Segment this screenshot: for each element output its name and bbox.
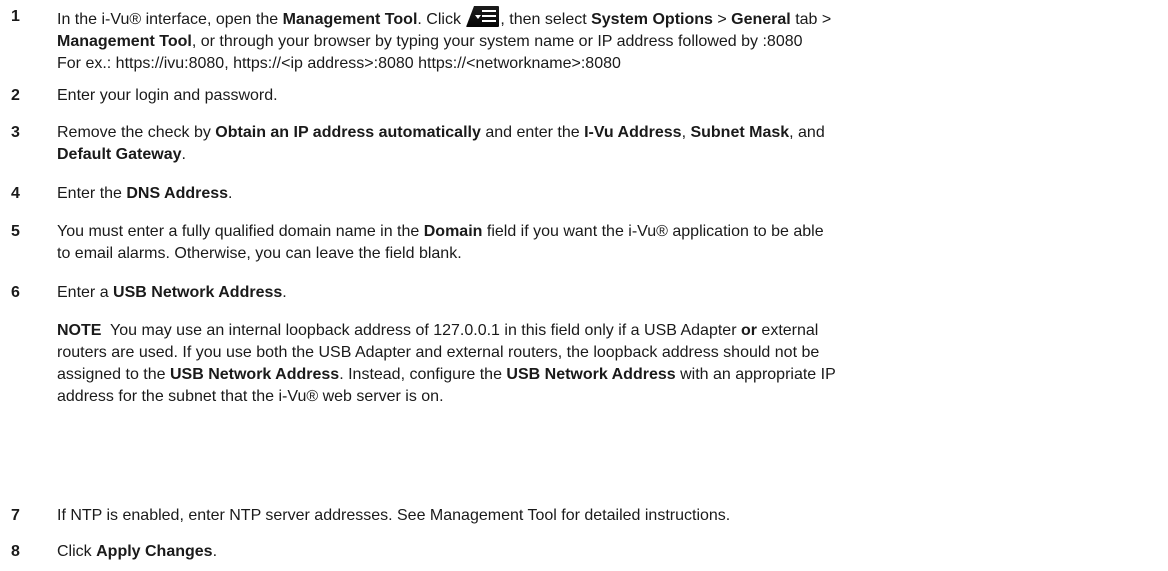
- step-line: to email alarms. Otherwise, you can leav…: [57, 245, 462, 262]
- menu-dropdown-icon: [466, 6, 500, 27]
- step-text: If NTP is enabled, enter NTP server addr…: [57, 507, 731, 524]
- ui-term: Domain: [423, 223, 483, 240]
- step-text: Enter the: [57, 185, 127, 202]
- step-number: 8: [11, 543, 20, 560]
- step-text: Enter your login and password.: [57, 87, 278, 104]
- note-label: NOTE: [57, 322, 102, 339]
- ui-term: USB Network Address: [169, 366, 340, 383]
- step-body: In the i-Vu® interface, open the Managem…: [57, 6, 1160, 75]
- step-body: You must enter a fully qualified domain …: [57, 221, 1160, 265]
- step-line: Default Gateway.: [57, 144, 1160, 166]
- step-text: and enter the: [480, 124, 585, 141]
- note-line: NOTE You may use an internal loopback ad…: [57, 320, 1160, 342]
- step-text: You must enter a fully qualified domain …: [57, 223, 424, 240]
- ui-term: System Options: [591, 11, 713, 28]
- step-text: , and: [789, 124, 825, 141]
- note-text: with an appropriate IP: [675, 366, 836, 383]
- step-text: .: [212, 543, 218, 560]
- step-number: 1: [11, 8, 20, 25]
- step-text: .: [282, 284, 287, 301]
- ui-term: General: [731, 11, 791, 28]
- step-text: Remove the check by: [57, 124, 216, 141]
- step-text: , then select: [500, 11, 592, 28]
- note-line: assigned to the USB Network Address. Ins…: [57, 364, 1160, 386]
- ui-term: Default Gateway: [57, 146, 182, 163]
- ui-term: Obtain an IP address automatically: [215, 124, 481, 141]
- ui-term: Apply Changes: [96, 543, 213, 560]
- step-number: 6: [11, 284, 20, 301]
- step-text: field if you want the i-Vu® application …: [482, 223, 824, 240]
- note-line: routers are used. If you use both the US…: [57, 344, 820, 361]
- step-body: Enter a USB Network Address.: [57, 282, 1160, 304]
- step-text: In the i-Vu® interface, open the: [57, 11, 283, 28]
- step-line: In the i-Vu® interface, open the Managem…: [57, 6, 1160, 31]
- step-text: .: [228, 185, 233, 202]
- note-text: . Instead, configure the: [339, 366, 507, 383]
- step-number: 5: [11, 223, 20, 240]
- ui-term: USB Network Address: [506, 366, 676, 383]
- step-text: , or through your browser by typing your…: [191, 33, 803, 50]
- ui-term: I-Vu Address: [584, 124, 682, 141]
- step-text: . Click: [417, 11, 466, 28]
- note-text: assigned to the: [57, 366, 170, 383]
- ui-term: Subnet Mask: [690, 124, 790, 141]
- step-line: Management Tool, or through your browser…: [57, 31, 1160, 53]
- step-text: >: [712, 11, 732, 28]
- example-line: For ex.: https://ivu:8080, https://<ip a…: [57, 55, 621, 72]
- step-number: 7: [11, 507, 20, 524]
- step-line: Remove the check by Obtain an IP address…: [57, 122, 1160, 144]
- note-line: address for the subnet that the i-Vu® we…: [57, 388, 444, 405]
- step-text: .: [181, 146, 186, 163]
- instruction-document: 1 In the i-Vu® interface, open the Manag…: [0, 0, 1168, 571]
- ui-term: USB Network Address: [113, 284, 283, 301]
- ui-term: or: [740, 322, 757, 339]
- note-text: external: [756, 322, 819, 339]
- note-body: NOTE You may use an internal loopback ad…: [57, 320, 1160, 408]
- step-text: tab >: [790, 11, 832, 28]
- step-body: Click Apply Changes.: [57, 541, 1160, 563]
- step-number: 2: [11, 87, 20, 104]
- step-body: Remove the check by Obtain an IP address…: [57, 122, 1160, 166]
- ui-term: Management Tool: [282, 11, 418, 28]
- ui-term: Management Tool: [57, 33, 192, 50]
- step-number: 3: [11, 124, 20, 141]
- step-number: 4: [11, 185, 20, 202]
- note-text: You may use an internal loopback address…: [101, 322, 741, 339]
- step-line: You must enter a fully qualified domain …: [57, 221, 1160, 243]
- step-text: Enter a: [57, 284, 114, 301]
- step-text: Click: [57, 543, 97, 560]
- ui-term: DNS Address: [126, 185, 229, 202]
- step-body: Enter the DNS Address.: [57, 183, 1160, 205]
